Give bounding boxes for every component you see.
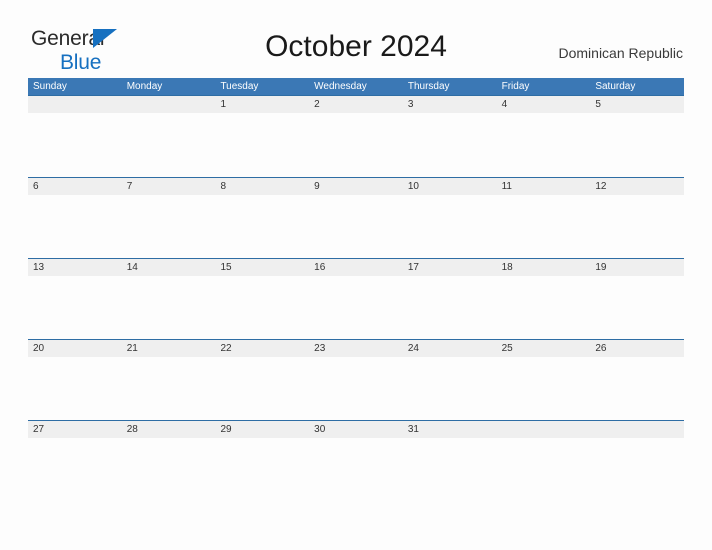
day-event-cell[interactable] bbox=[497, 438, 591, 501]
date-cell[interactable]: 15 bbox=[215, 259, 309, 276]
week-row: 27 28 29 30 31 bbox=[28, 420, 684, 501]
date-cell[interactable]: 31 bbox=[403, 421, 497, 438]
day-event-cell[interactable] bbox=[122, 195, 216, 258]
week-event-area bbox=[28, 438, 684, 501]
week-event-area bbox=[28, 195, 684, 258]
day-event-cell[interactable] bbox=[28, 357, 122, 420]
day-event-cell[interactable] bbox=[590, 438, 684, 501]
date-cell[interactable]: 4 bbox=[497, 96, 591, 113]
week-date-band: 1 2 3 4 5 bbox=[28, 96, 684, 113]
weekday-saturday: Saturday bbox=[595, 81, 636, 92]
week-date-band: 27 28 29 30 31 bbox=[28, 421, 684, 438]
date-cell[interactable] bbox=[28, 96, 122, 113]
day-event-cell[interactable] bbox=[122, 438, 216, 501]
date-cell[interactable]: 7 bbox=[122, 178, 216, 195]
date-cell[interactable]: 19 bbox=[590, 259, 684, 276]
weekday-friday: Friday bbox=[501, 81, 530, 92]
week-date-band: 6 7 8 9 10 11 12 bbox=[28, 178, 684, 195]
date-cell[interactable]: 16 bbox=[309, 259, 403, 276]
week-row: 20 21 22 23 24 25 26 bbox=[28, 339, 684, 420]
day-event-cell[interactable] bbox=[309, 195, 403, 258]
date-cell[interactable]: 25 bbox=[497, 340, 591, 357]
week-row: 13 14 15 16 17 18 19 bbox=[28, 258, 684, 339]
weekday-monday: Monday bbox=[126, 81, 163, 92]
date-cell[interactable]: 10 bbox=[403, 178, 497, 195]
date-cell[interactable]: 27 bbox=[28, 421, 122, 438]
page-header: General Blue October 2024 Dominican Repu… bbox=[0, 0, 712, 78]
date-cell[interactable]: 26 bbox=[590, 340, 684, 357]
weekday-header-row: Sunday Monday Tuesday Wednesday Thursday… bbox=[28, 78, 684, 95]
date-cell[interactable]: 14 bbox=[122, 259, 216, 276]
date-cell[interactable]: 6 bbox=[28, 178, 122, 195]
weekday-wednesday: Wednesday bbox=[314, 81, 367, 92]
day-event-cell[interactable] bbox=[403, 113, 497, 177]
day-event-cell[interactable] bbox=[122, 276, 216, 339]
day-event-cell[interactable] bbox=[215, 357, 309, 420]
date-cell[interactable]: 8 bbox=[215, 178, 309, 195]
date-cell[interactable]: 5 bbox=[590, 96, 684, 113]
day-event-cell[interactable] bbox=[28, 113, 122, 177]
day-event-cell[interactable] bbox=[403, 357, 497, 420]
date-cell[interactable]: 24 bbox=[403, 340, 497, 357]
date-cell[interactable]: 12 bbox=[590, 178, 684, 195]
day-event-cell[interactable] bbox=[590, 357, 684, 420]
date-cell[interactable]: 18 bbox=[497, 259, 591, 276]
day-event-cell[interactable] bbox=[309, 438, 403, 501]
day-event-cell[interactable] bbox=[590, 195, 684, 258]
day-event-cell[interactable] bbox=[122, 357, 216, 420]
week-date-band: 20 21 22 23 24 25 26 bbox=[28, 340, 684, 357]
date-cell[interactable]: 22 bbox=[215, 340, 309, 357]
date-cell[interactable]: 17 bbox=[403, 259, 497, 276]
date-cell[interactable]: 28 bbox=[122, 421, 216, 438]
weekday-thursday: Thursday bbox=[407, 81, 450, 92]
week-date-band: 13 14 15 16 17 18 19 bbox=[28, 259, 684, 276]
date-cell[interactable]: 11 bbox=[497, 178, 591, 195]
week-row: 1 2 3 4 5 bbox=[28, 95, 684, 177]
date-cell[interactable]: 29 bbox=[215, 421, 309, 438]
date-cell[interactable]: 21 bbox=[122, 340, 216, 357]
date-cell[interactable]: 13 bbox=[28, 259, 122, 276]
weekday-tuesday: Tuesday bbox=[220, 81, 259, 92]
date-cell[interactable]: 3 bbox=[403, 96, 497, 113]
day-event-cell[interactable] bbox=[403, 195, 497, 258]
date-cell[interactable] bbox=[497, 421, 591, 438]
day-event-cell[interactable] bbox=[590, 276, 684, 339]
day-event-cell[interactable] bbox=[28, 276, 122, 339]
day-event-cell[interactable] bbox=[28, 195, 122, 258]
week-event-area bbox=[28, 276, 684, 339]
weekday-sunday: Sunday bbox=[33, 81, 67, 92]
date-cell[interactable] bbox=[590, 421, 684, 438]
country-label: Dominican Republic bbox=[558, 45, 683, 61]
week-event-area bbox=[28, 113, 684, 177]
day-event-cell[interactable] bbox=[309, 113, 403, 177]
day-event-cell[interactable] bbox=[497, 357, 591, 420]
date-cell[interactable]: 20 bbox=[28, 340, 122, 357]
calendar-grid: Sunday Monday Tuesday Wednesday Thursday… bbox=[28, 78, 684, 501]
week-row: 6 7 8 9 10 11 12 bbox=[28, 177, 684, 258]
day-event-cell[interactable] bbox=[122, 113, 216, 177]
day-event-cell[interactable] bbox=[28, 438, 122, 501]
date-cell[interactable]: 2 bbox=[309, 96, 403, 113]
day-event-cell[interactable] bbox=[215, 113, 309, 177]
day-event-cell[interactable] bbox=[497, 276, 591, 339]
date-cell[interactable]: 9 bbox=[309, 178, 403, 195]
day-event-cell[interactable] bbox=[497, 195, 591, 258]
day-event-cell[interactable] bbox=[497, 113, 591, 177]
date-cell[interactable]: 1 bbox=[215, 96, 309, 113]
day-event-cell[interactable] bbox=[590, 113, 684, 177]
day-event-cell[interactable] bbox=[403, 276, 497, 339]
calendar-page: General Blue October 2024 Dominican Repu… bbox=[0, 0, 712, 550]
date-cell[interactable]: 23 bbox=[309, 340, 403, 357]
week-event-area bbox=[28, 357, 684, 420]
day-event-cell[interactable] bbox=[403, 438, 497, 501]
day-event-cell[interactable] bbox=[309, 357, 403, 420]
date-cell[interactable]: 30 bbox=[309, 421, 403, 438]
day-event-cell[interactable] bbox=[309, 276, 403, 339]
day-event-cell[interactable] bbox=[215, 438, 309, 501]
day-event-cell[interactable] bbox=[215, 195, 309, 258]
day-event-cell[interactable] bbox=[215, 276, 309, 339]
date-cell[interactable] bbox=[122, 96, 216, 113]
